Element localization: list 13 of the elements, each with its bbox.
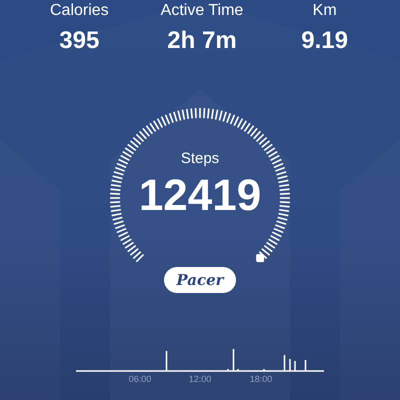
app-logo: Pacer xyxy=(164,267,236,293)
stat-label: Km xyxy=(312,2,337,20)
stat-value: 9.19 xyxy=(301,28,348,54)
stat-label: Active Time xyxy=(160,2,244,20)
gauge-label: Steps xyxy=(180,150,220,167)
stat-value: 2h 7m xyxy=(167,28,237,54)
step-count: 12419 xyxy=(138,171,262,221)
time-label: 12:00 xyxy=(188,374,212,384)
progress-marker xyxy=(256,254,264,262)
time-label: 18:00 xyxy=(250,374,272,384)
time-label: 06:00 xyxy=(128,374,152,384)
stat-label: Calories xyxy=(50,2,109,20)
stat-value: 395 xyxy=(59,28,100,54)
